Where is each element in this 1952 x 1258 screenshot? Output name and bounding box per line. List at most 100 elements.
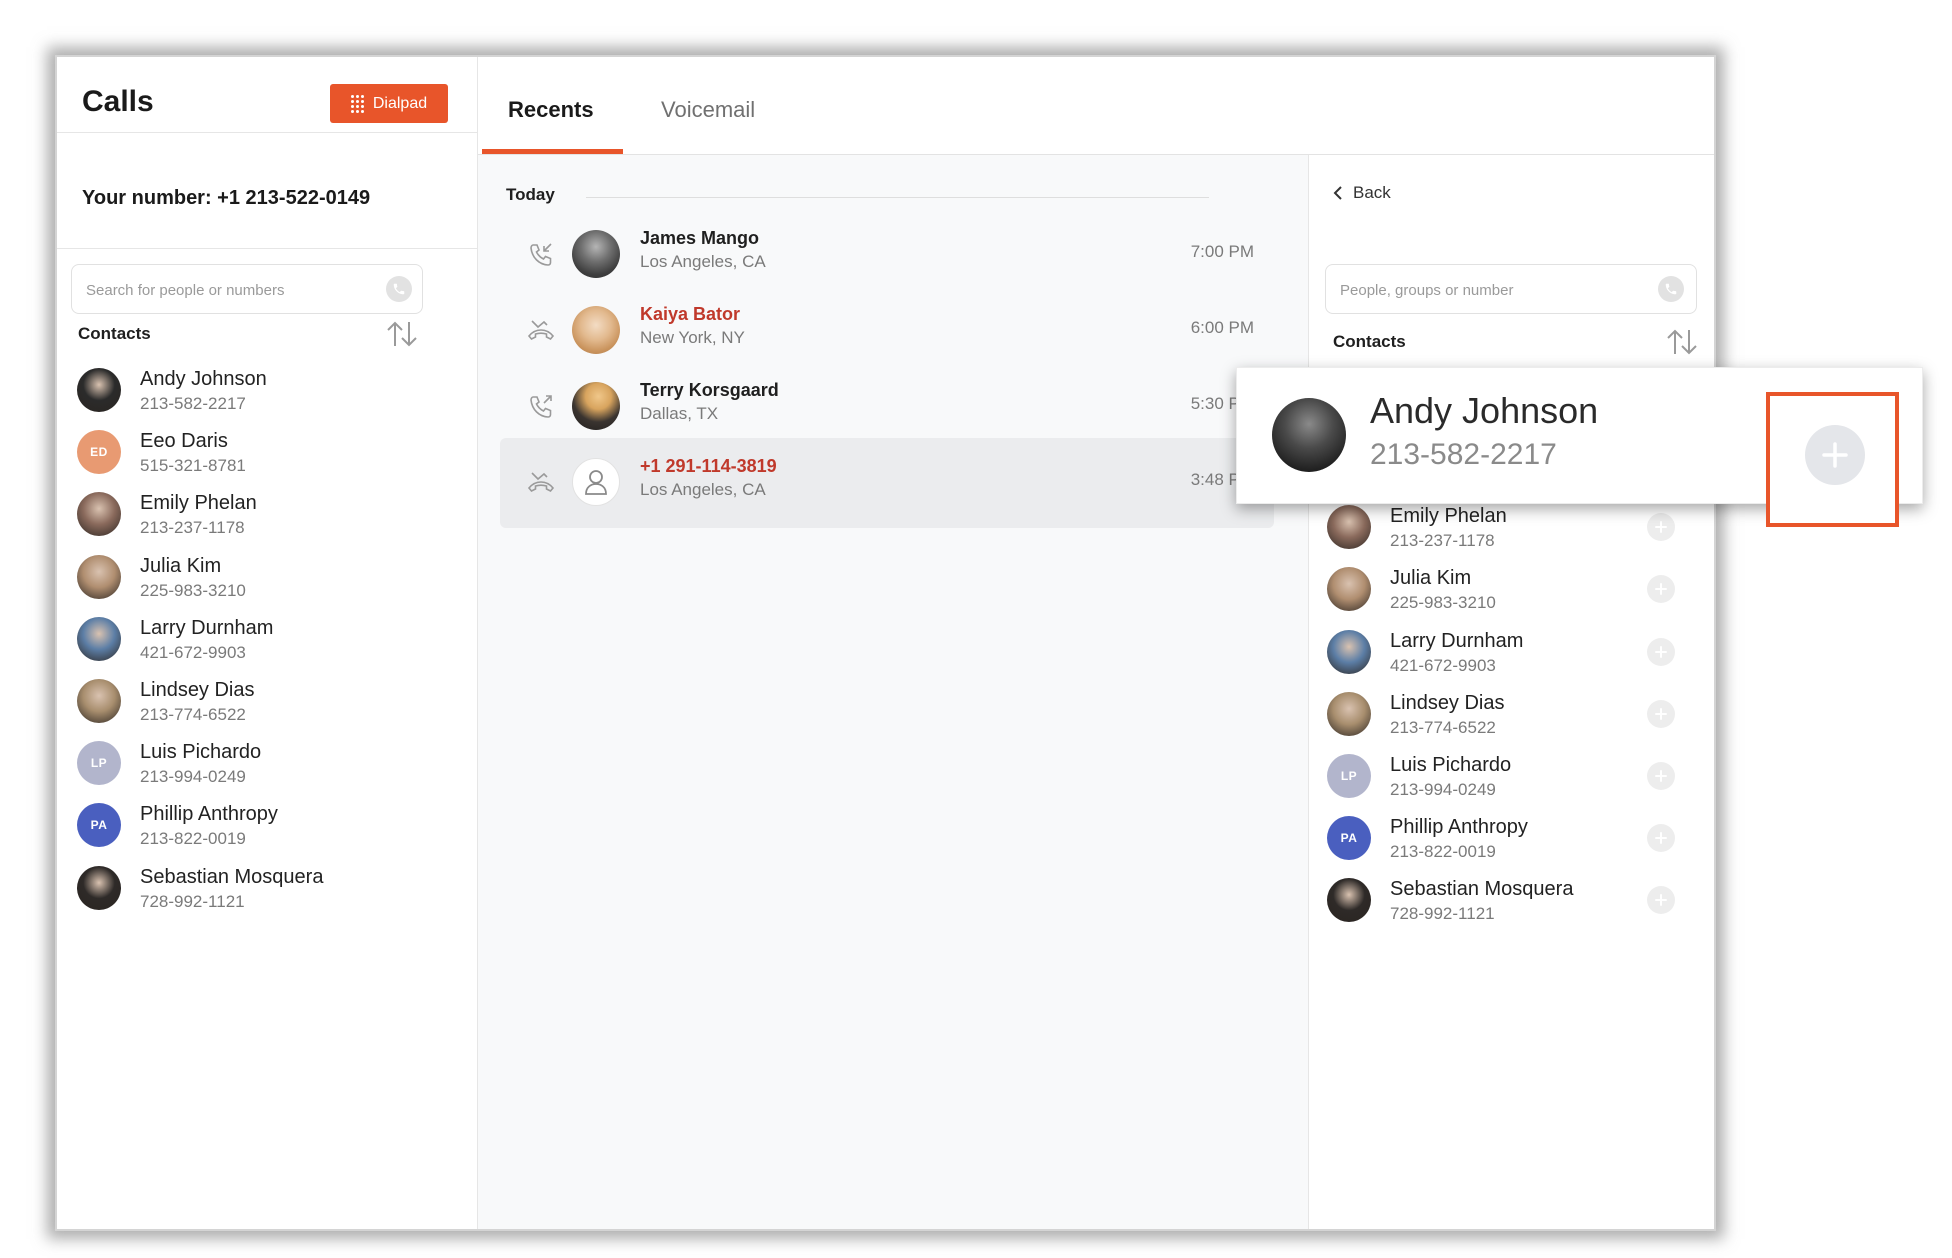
contact-name: Andy Johnson [140,368,267,390]
contact-phone: 213-237-1178 [140,518,245,538]
recent-call-item[interactable]: +1 291-114-3819 Los Angeles, CA 3:48 PM [500,438,1274,528]
add-contact-button[interactable] [1647,762,1675,790]
contact-name: Julia Kim [140,554,222,577]
add-contact-button[interactable] [1647,637,1675,666]
person-icon [585,470,607,495]
add-contact-button[interactable] [1805,425,1865,485]
caller-name: Terry Korsgaard [640,380,779,400]
divider [586,197,1209,198]
plus-icon [1655,894,1667,907]
contact-list-item[interactable]: Sebastian Mosquera 728-992-1121 [77,865,457,928]
contact-name: Sebastian Mosquera [140,865,324,888]
contact-name: Luis Pichardo [1390,754,1512,776]
contact-phone: 213-774-6522 [140,705,246,724]
add-contact-button[interactable] [1647,824,1675,853]
tab-voicemail[interactable]: Voicemail [661,97,755,123]
avatar: LP [1327,754,1371,798]
contact-name: Luis Pichardo [140,741,262,764]
contact-phone: 213-822-0019 [140,829,246,849]
add-participant-panel: Back Contacts EDEeo Daris515-321-8781Emi… [1308,155,1714,1229]
dialpad-icon [350,94,364,113]
contact-name: Phillip Anthropy [140,803,278,826]
contact-phone: 213-994-0249 [140,767,246,787]
sort-icon[interactable] [1666,327,1698,357]
contact-name: Larry Durnham [140,616,274,639]
contact-list-item[interactable]: Emily Phelan 213-237-1178 [1327,505,1697,567]
recents-list: Today James Mango Los Angeles, CA 7:00 P… [478,155,1308,1229]
contact-name: Larry Durnham [1390,629,1524,652]
caller-number: +1 291-114-3819 [640,456,777,476]
avatar [77,616,121,661]
caller-location: Los Angeles, CA [640,252,766,271]
dialpad-button[interactable]: Dialpad [330,84,448,123]
search-input[interactable] [84,265,338,315]
back-label: Back [1353,183,1391,202]
people-search-input[interactable] [1338,265,1612,315]
plus-icon [1655,521,1667,534]
contact-phone: 421-672-9903 [140,642,246,662]
plus-icon [1655,770,1667,782]
today-label: Today [506,185,555,204]
contact-phone: 213-994-0249 [1390,780,1496,799]
incoming-call-icon [530,243,552,266]
avatar [572,382,620,430]
avatar: LP [77,741,121,786]
contact-list-item[interactable]: Andy Johnson 213-582-2217 [77,368,457,430]
caller-name: Kaiya Bator [640,304,741,324]
missed-call-icon [527,472,555,492]
add-contact-button[interactable] [1647,699,1675,728]
avatar: PA [1327,816,1371,861]
call-time: 6:00 PM [1190,318,1254,337]
add-contact-button[interactable] [1647,513,1675,542]
contact-list-item[interactable]: Larry Durnham 421-672-9903 [1327,629,1697,692]
add-contact-button[interactable] [1647,575,1675,604]
avatar-placeholder [572,458,620,506]
caller-location: New York, NY [640,328,745,347]
left-sidebar: Calls Dialpad Your number: +1 213-522-01… [57,57,478,1229]
page-title: Calls [82,85,154,118]
call-phone-icon[interactable] [1658,276,1684,302]
contact-phone: 225-983-3210 [140,580,246,600]
back-button[interactable]: Back [1333,183,1391,203]
contact-list-item[interactable]: LP Luis Pichardo 213-994-0249 [77,741,457,803]
plus-icon [1655,645,1667,658]
contact-name: Eeo Daris [140,430,228,453]
avatar [77,554,121,599]
add-button-highlight [1766,392,1899,527]
contact-list-item[interactable]: Lindsey Dias 213-774-6522 [77,679,457,741]
caller-location: Los Angeles, CA [640,480,766,499]
search-box [71,264,423,315]
contact-list-item[interactable]: Lindsey Dias 213-774-6522 [1327,691,1697,754]
active-tab-indicator [482,149,623,154]
contact-list-item[interactable]: PA Phillip Anthropy 213-822-0019 [77,803,457,865]
contact-list-item[interactable]: Julia Kim 225-983-3210 [77,554,457,617]
contact-phone: 728-992-1121 [140,891,245,911]
contact-list-item[interactable]: Larry Durnham 421-672-9903 [77,616,457,679]
call-phone-icon[interactable] [386,276,412,302]
caller-location: Dallas, TX [640,404,719,423]
tab-recents[interactable]: Recents [508,97,594,123]
outgoing-call-icon [530,395,552,418]
main-panel: Recents Voicemail Today James Mango Los … [478,57,1714,1229]
contact-list-item[interactable]: Emily Phelan 213-237-1178 [77,492,457,554]
contact-name: Phillip Anthropy [1390,816,1528,839]
calls-app-window: Calls Dialpad Your number: +1 213-522-01… [55,55,1716,1231]
sort-icon[interactable] [386,319,418,349]
avatar [77,679,121,723]
plus-icon [1655,583,1667,596]
contact-list-item[interactable]: PA Phillip Anthropy 213-822-0019 [1327,816,1697,878]
chevron-left-icon [1333,186,1342,200]
contact-list-item[interactable]: LP Luis Pichardo 213-994-0249 [1327,754,1697,816]
contact-list-item[interactable]: Julia Kim 225-983-3210 [1327,567,1697,629]
avatar [1327,878,1371,923]
plus-icon [1655,832,1667,845]
contact-name: Emily Phelan [1390,505,1507,528]
caller-name: James Mango [640,228,760,248]
contact-name: Julia Kim [1390,567,1472,590]
contact-list-item[interactable]: ED Eeo Daris 515-321-8781 [77,430,457,492]
contact-list-item[interactable]: Sebastian Mosquera 728-992-1121 [1327,878,1697,940]
avatar [572,306,620,354]
add-contact-button[interactable] [1647,886,1675,915]
avatar [572,230,620,278]
avatar [1327,629,1371,674]
